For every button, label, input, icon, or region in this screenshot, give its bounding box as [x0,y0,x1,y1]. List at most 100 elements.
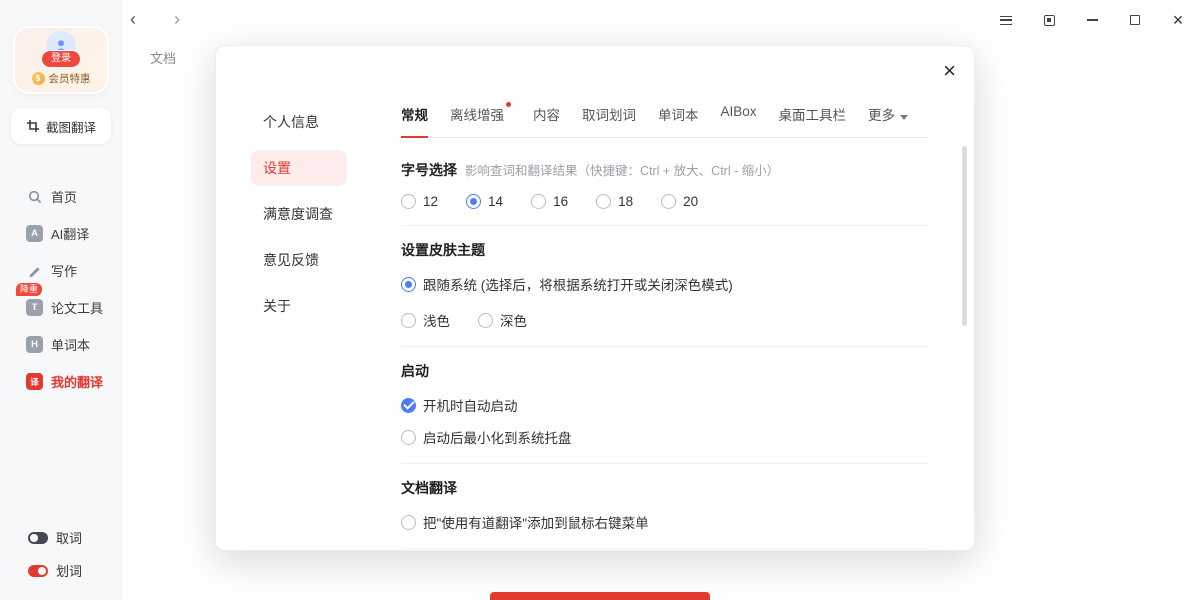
radio-icon [401,194,416,209]
word-select-toggle[interactable]: 划词 [28,561,82,580]
vip-label: 会员特惠 [49,71,91,86]
minimize-button[interactable] [1084,12,1100,28]
close-button[interactable]: × [1170,12,1186,28]
notification-dot-icon [506,102,511,107]
sidebar-item-label: 写作 [51,261,77,280]
toggle-on-icon [28,565,48,577]
checkbox-label: 开机时自动启动 [423,395,518,415]
tab-desktop-toolbar[interactable]: 桌面工具栏 [779,104,847,136]
tab-aibox[interactable]: AIBox [721,104,757,131]
app-window: 登录 $ 会员特惠 截图翻译 首页 [0,0,1200,600]
radio-label: 16 [553,194,568,209]
nav-item-profile[interactable]: 个人信息 [251,104,347,140]
sidebar-bottom: 取词 划词 [28,528,82,580]
radio-icon [478,313,493,328]
sidebar: 登录 $ 会员特惠 截图翻译 首页 [0,0,122,600]
checkbox-checked-icon [401,398,416,413]
tab-more[interactable]: 更多 [868,104,908,136]
font-size-section-title: 字号选择 影响查词和翻译结果（快捷键：Ctrl + 放大、Ctrl - 缩小） [401,160,928,180]
font-size-radio-20[interactable]: 20 [661,194,698,209]
screenshot-translate-button[interactable]: 截图翻译 [11,108,111,144]
startup-auto-checkbox[interactable]: 开机时自动启动 [401,395,928,415]
vip-banner[interactable]: $ 会员特惠 [15,71,107,86]
radio-label: 浅色 [423,310,450,330]
screenshot-translate-label: 截图翻译 [46,117,96,136]
mini-window-icon[interactable] [1041,12,1057,28]
search-icon [26,188,43,205]
word-capture-toggle[interactable]: 取词 [28,528,82,547]
tab-content[interactable]: 内容 [533,104,560,136]
titlebar: ‹ › × [122,0,1200,40]
sidebar-item-label: 首页 [51,187,77,206]
radio-label: 14 [488,194,503,209]
maximize-button[interactable] [1127,12,1143,28]
theme-section-title: 设置皮肤主题 [401,240,928,260]
font-size-radio-12[interactable]: 12 [401,194,438,209]
tab-more-label: 更多 [868,108,895,123]
paper-tools-badge: 降重 [16,283,42,296]
tab-word-capture[interactable]: 取词划词 [582,104,636,136]
forward-button[interactable]: › [174,8,180,30]
section-subtitle-text: 影响查词和翻译结果（快捷键：Ctrl + 放大、Ctrl - 缩小） [465,160,779,179]
tab-offline[interactable]: 离线增强 [450,104,511,136]
doc-context-menu-checkbox[interactable]: 把"使用有道翻译"添加到鼠标右键菜单 [401,512,928,532]
back-button[interactable]: ‹ [130,8,136,30]
my-translations-icon: 译 [26,373,43,390]
sidebar-item-home[interactable]: 首页 [0,178,121,215]
pen-icon [26,262,43,279]
sidebar-item-label: 单词本 [51,335,90,354]
font-size-radio-16[interactable]: 16 [531,194,568,209]
tab-document[interactable]: 文档 [150,48,176,67]
section-title-text: 启动 [401,361,429,381]
theme-light-radio[interactable]: 浅色 [401,310,450,330]
section-divider [401,548,928,549]
theme-follow-system-radio[interactable]: 跟随系统 (选择后，将根据系统打开或关闭深色模式) [401,274,928,294]
theme-color-options: 浅色 深色 [401,310,928,330]
sidebar-menu: 首页 A AI翻译 写作 降重 T 论文工具 H 单词 [0,178,121,400]
sidebar-item-ai-translate[interactable]: A AI翻译 [0,215,121,252]
toggle-off-icon [28,532,48,544]
dialog-close-button[interactable]: × [943,60,956,82]
tab-wordbook[interactable]: 单词本 [658,104,699,136]
login-card[interactable]: 登录 $ 会员特惠 [13,26,109,94]
sidebar-item-my-translations[interactable]: 译 我的翻译 [0,363,121,400]
checkbox-label: 启动后最小化到系统托盘 [423,427,572,447]
checkbox-icon [401,515,416,530]
chevron-down-icon [900,115,908,120]
nav-item-settings[interactable]: 设置 [251,150,347,186]
settings-dialog: × 个人信息 设置 满意度调查 意见反馈 关于 常规 离线增强 内容 取词划词 … [215,45,975,551]
sidebar-item-paper-tools[interactable]: 降重 T 论文工具 [0,289,121,326]
modal-scrollbar[interactable] [962,146,967,326]
radio-icon [401,313,416,328]
settings-nav: 个人信息 设置 满意度调查 意见反馈 关于 [251,104,371,334]
doc-translate-section-title: 文档翻译 [401,478,928,498]
ai-translate-icon: A [26,225,43,242]
menu-icon[interactable] [998,12,1014,28]
radio-label: 18 [618,194,633,209]
radio-label: 跟随系统 (选择后，将根据系统打开或关闭深色模式) [423,274,733,294]
section-divider [401,463,928,464]
nav-item-feedback[interactable]: 意见反馈 [251,242,347,278]
section-title-text: 文档翻译 [401,478,457,498]
nav-item-about[interactable]: 关于 [251,288,347,324]
section-divider [401,225,928,226]
radio-label: 深色 [500,310,527,330]
nav-item-survey[interactable]: 满意度调查 [251,196,347,232]
wordbook-icon: H [26,336,43,353]
settings-tabs: 常规 离线增强 内容 取词划词 单词本 AIBox 桌面工具栏 更多 [401,104,928,138]
sidebar-item-wordbook[interactable]: H 单词本 [0,326,121,363]
word-capture-label: 取词 [56,528,82,547]
startup-tray-checkbox[interactable]: 启动后最小化到系统托盘 [401,427,928,447]
login-button[interactable]: 登录 [41,50,81,68]
checkbox-icon [401,430,416,445]
window-controls: × [998,0,1186,40]
background-red-bar [490,592,710,600]
section-divider [401,346,928,347]
radio-label: 12 [423,194,438,209]
font-size-radio-14[interactable]: 14 [466,194,503,209]
crop-icon [26,119,40,133]
radio-checked-icon [466,194,481,209]
tab-general[interactable]: 常规 [401,104,428,138]
theme-dark-radio[interactable]: 深色 [478,310,527,330]
font-size-radio-18[interactable]: 18 [596,194,633,209]
